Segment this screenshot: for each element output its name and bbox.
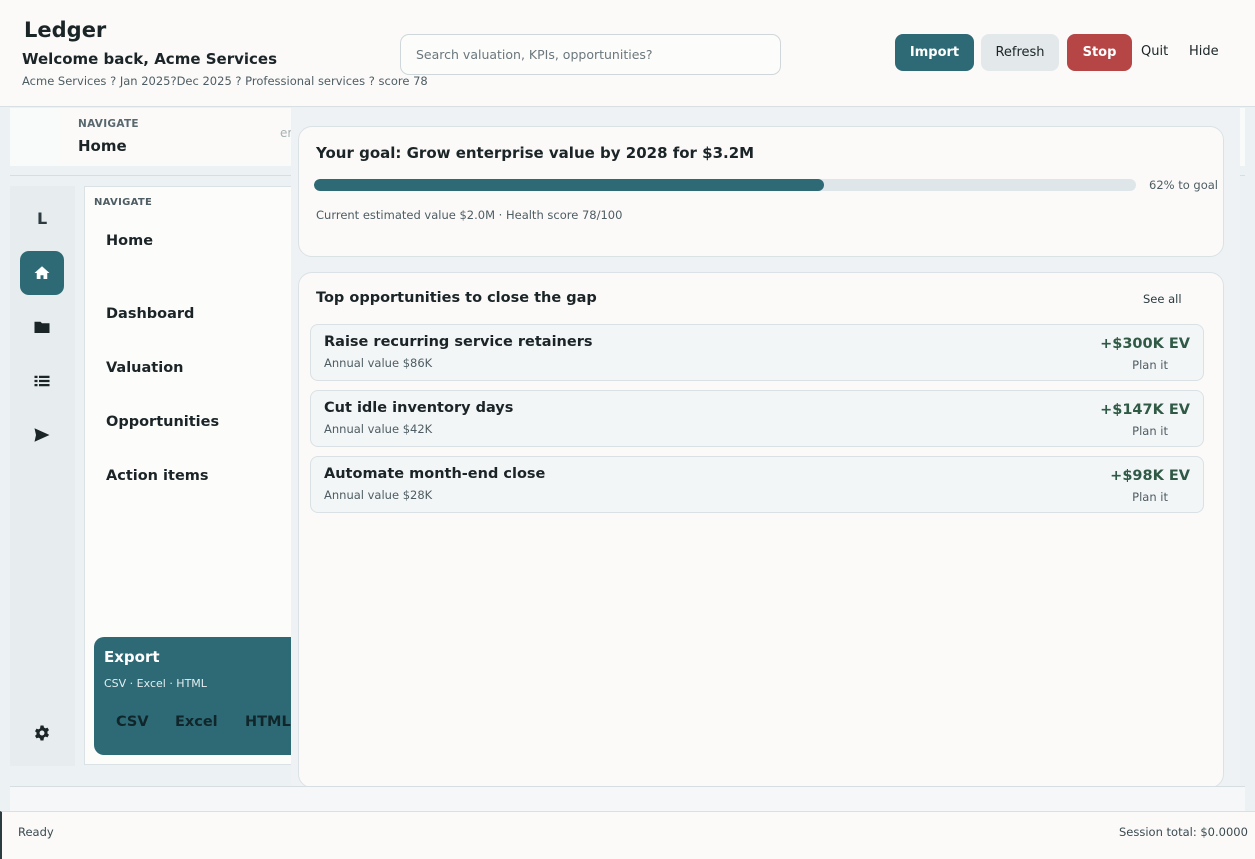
- nav-title: NAVIGATE: [94, 197, 153, 208]
- opportunity-name: Automate month-end close: [324, 466, 546, 482]
- home-icon: [34, 266, 50, 279]
- opportunity-ev-impact: +$98K EV: [1110, 468, 1190, 484]
- nav-item-home[interactable]: Home: [106, 233, 153, 249]
- opportunity-row[interactable]: Automate month-end close Annual value $2…: [310, 456, 1204, 513]
- rail-settings-button[interactable]: [20, 711, 64, 755]
- app-title: Ledger: [24, 18, 107, 42]
- goal-progress-fill: [314, 179, 824, 191]
- gear-icon: [35, 725, 49, 741]
- nav-item-action-items[interactable]: Action items: [106, 468, 209, 484]
- opportunity-annual-value: Annual value $28K: [324, 488, 433, 502]
- opportunity-annual-value: Annual value $42K: [324, 422, 433, 436]
- import-button[interactable]: Import: [895, 34, 974, 71]
- send-icon: [34, 428, 50, 442]
- goal-progress-label: 62% to goal: [1149, 178, 1218, 192]
- opportunity-annual-value: Annual value $86K: [324, 356, 433, 370]
- nav-item-dashboard[interactable]: Dashboard: [106, 306, 194, 322]
- ghost-nav-label: NAVIGATE: [78, 118, 139, 130]
- plan-it-link[interactable]: Plan it: [1132, 358, 1168, 372]
- nav-item-opportunities[interactable]: Opportunities: [106, 414, 219, 430]
- quit-button[interactable]: Quit: [1141, 44, 1168, 59]
- plan-it-link[interactable]: Plan it: [1132, 424, 1168, 438]
- export-html-button[interactable]: HTML: [245, 714, 291, 730]
- ghost-nav-home: Home: [78, 137, 127, 155]
- export-excel-button[interactable]: Excel: [175, 714, 218, 730]
- welcome-message: Welcome back, Acme Services: [22, 50, 278, 68]
- rail-folder-button[interactable]: [20, 305, 64, 349]
- export-formats: CSV · Excel · HTML: [104, 677, 207, 690]
- opportunity-name: Raise recurring service retainers: [324, 334, 593, 350]
- stop-button[interactable]: Stop: [1067, 34, 1132, 71]
- goal-title: Your goal: Grow enterprise value by 2028…: [316, 144, 755, 162]
- rail-home-button[interactable]: [20, 251, 64, 295]
- goal-progress-bar: [314, 179, 1136, 191]
- opportunity-ev-impact: +$300K EV: [1100, 336, 1190, 352]
- workspace-initial: L: [37, 209, 48, 228]
- rail-send-button[interactable]: [20, 413, 64, 457]
- export-title: Export: [104, 648, 160, 666]
- opportunity-row[interactable]: Cut idle inventory days Annual value $42…: [310, 390, 1204, 447]
- nav-item-valuation[interactable]: Valuation: [106, 360, 183, 376]
- background-layer-bottom: [10, 786, 1245, 811]
- rail-list-button[interactable]: [20, 359, 64, 403]
- hide-button[interactable]: Hide: [1189, 44, 1219, 59]
- ghost-nav-panel: [60, 108, 290, 164]
- search-input[interactable]: [400, 34, 781, 75]
- company-meta: Acme Services ? Jan 2025?Dec 2025 ? Prof…: [22, 74, 428, 88]
- opportunity-name: Cut idle inventory days: [324, 400, 514, 416]
- list-icon: [34, 375, 50, 387]
- see-all-link[interactable]: See all: [1143, 292, 1182, 306]
- export-csv-button[interactable]: CSV: [116, 714, 149, 730]
- plan-it-link[interactable]: Plan it: [1132, 490, 1168, 504]
- goal-summary: Current estimated value $2.0M · Health s…: [316, 208, 623, 222]
- refresh-button[interactable]: Refresh: [981, 34, 1059, 71]
- status-text: Ready: [18, 825, 54, 839]
- opportunities-title: Top opportunities to close the gap: [316, 290, 597, 306]
- opportunity-ev-impact: +$147K EV: [1100, 402, 1190, 418]
- session-total: Session total: $0.0000: [1119, 825, 1248, 839]
- status-bar: [0, 811, 1255, 859]
- opportunity-row[interactable]: Raise recurring service retainers Annual…: [310, 324, 1204, 381]
- folder-icon: [34, 321, 50, 333]
